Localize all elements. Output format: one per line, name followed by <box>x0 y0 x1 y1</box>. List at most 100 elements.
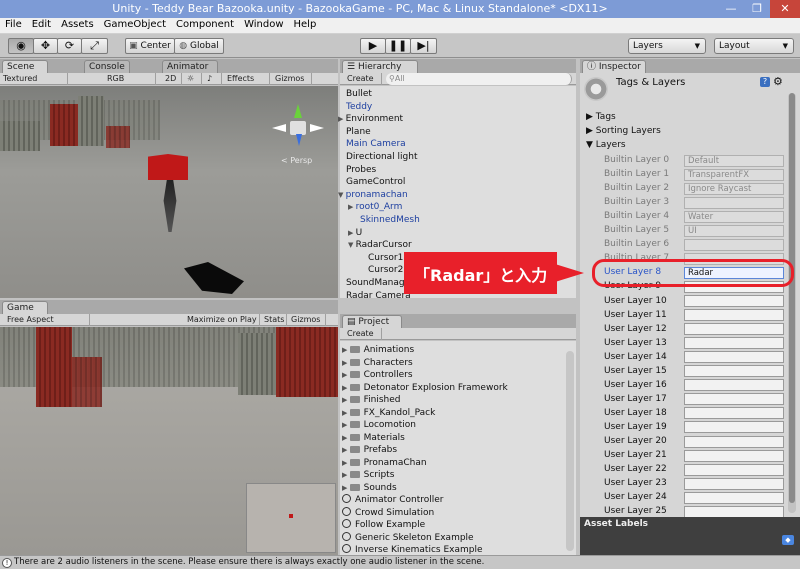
hierarchy-item[interactable]: GameControl <box>346 176 405 188</box>
tab-console[interactable]: Console <box>84 60 130 73</box>
hierarchy-item[interactable]: Plane <box>346 126 371 138</box>
layer-name-field[interactable] <box>684 379 784 392</box>
step-button[interactable]: ▶| <box>410 38 437 54</box>
hierarchy-item[interactable]: Bullet <box>346 88 372 100</box>
maximize-on-play-toggle[interactable]: Maximize on Play <box>184 314 260 326</box>
game-gizmos-dropdown[interactable]: Gizmos <box>288 314 326 326</box>
project-asset[interactable]: Animator Controller <box>342 494 444 506</box>
layer-name-field[interactable] <box>684 407 784 420</box>
layer-name-field[interactable] <box>684 435 784 448</box>
project-folder[interactable]: ▶ Finished <box>342 394 400 406</box>
chevron-right-icon[interactable]: ▶ <box>342 384 350 392</box>
menu-edit[interactable]: Edit <box>27 18 56 30</box>
project-folder[interactable]: ▶ Sounds <box>342 482 397 494</box>
project-folder[interactable]: ▶ Scripts <box>342 469 394 481</box>
inspector-scrollbar-thumb[interactable] <box>789 93 795 503</box>
menu-file[interactable]: File <box>0 18 27 30</box>
hierarchy-item[interactable]: ▼ RadarCursor <box>348 239 412 251</box>
hierarchy-item[interactable]: Main Camera <box>346 138 406 150</box>
project-asset[interactable]: Crowd Simulation <box>342 506 434 519</box>
project-asset[interactable]: Generic Skeleton Example <box>342 531 474 544</box>
audio-toggle-icon[interactable]: ♪ <box>204 73 222 85</box>
hierarchy-item[interactable]: Cursor2 <box>368 264 403 276</box>
shading-mode-dropdown[interactable]: Textured <box>0 73 68 85</box>
chevron-right-icon[interactable]: ▶ <box>342 421 350 429</box>
menu-component[interactable]: Component <box>171 18 239 30</box>
chevron-right-icon[interactable]: ▶ <box>342 484 350 492</box>
inspector-scrollbar-track[interactable] <box>788 93 796 513</box>
project-folder[interactable]: ▶ Characters <box>342 357 413 369</box>
hierarchy-item[interactable]: ▶ Environment <box>338 113 403 125</box>
view-tool-button[interactable]: ◉ <box>8 38 34 54</box>
project-folder[interactable]: ▶ Prefabs <box>342 444 397 456</box>
layer-name-field[interactable] <box>684 505 784 518</box>
layer-name-field[interactable] <box>684 421 784 434</box>
layer-name-field[interactable] <box>684 449 784 462</box>
tab-inspector[interactable]: ⓘ Inspector <box>582 60 646 73</box>
hierarchy-item[interactable]: Radar Camera <box>346 290 411 302</box>
hierarchy-item[interactable]: SoundManager <box>346 277 414 289</box>
project-folder[interactable]: ▶ FX_Kandol_Pack <box>342 407 435 419</box>
render-color-dropdown[interactable]: RGB <box>104 73 156 85</box>
chevron-right-icon[interactable]: ▶ <box>342 471 350 479</box>
chevron-right-icon[interactable]: ▶ <box>342 346 350 354</box>
2d-toggle[interactable]: 2D <box>162 73 182 85</box>
chevron-right-icon[interactable]: ▶ <box>342 371 350 379</box>
layers-dropdown[interactable]: Layers ▼ <box>628 38 706 54</box>
layers-section-toggle[interactable]: ▼ Layers <box>586 140 626 150</box>
project-scrollbar[interactable] <box>566 351 574 551</box>
space-global-button[interactable]: ◍ Global <box>174 38 224 54</box>
hierarchy-item[interactable]: Teddy <box>346 101 372 113</box>
menu-help[interactable]: Help <box>289 18 322 30</box>
minimize-button[interactable]: — <box>718 0 744 18</box>
menu-window[interactable]: Window <box>239 18 288 30</box>
hierarchy-item[interactable]: Directional light <box>346 151 417 163</box>
scene-view[interactable]: < Persp <box>0 86 338 298</box>
layer-name-field[interactable] <box>684 295 784 307</box>
project-asset[interactable]: Follow Example <box>342 519 425 531</box>
hierarchy-item[interactable]: Probes <box>346 164 376 176</box>
tab-project[interactable]: ▤ Project <box>342 315 402 328</box>
layer-name-field[interactable] <box>684 309 784 322</box>
hierarchy-item[interactable]: ▼ pronamachan <box>338 189 408 201</box>
chevron-right-icon[interactable]: ▶ <box>338 115 346 123</box>
layer-name-field[interactable] <box>684 393 784 406</box>
hierarchy-search-input[interactable]: ⚲All <box>386 73 572 85</box>
game-view[interactable] <box>0 327 338 555</box>
chevron-right-icon[interactable]: ▶ <box>342 446 350 454</box>
scene-gizmo[interactable] <box>272 104 324 156</box>
tags-section-toggle[interactable]: ▶ Tags <box>586 112 616 122</box>
project-folder[interactable]: ▶ Animations <box>342 344 414 356</box>
chevron-down-icon[interactable]: ▼ <box>338 191 346 199</box>
chevron-right-icon[interactable]: ▶ <box>342 396 350 404</box>
project-folder[interactable]: ▶ Detonator Explosion Framework <box>342 382 508 394</box>
menu-assets[interactable]: Assets <box>56 18 99 30</box>
hierarchy-create-dropdown[interactable]: Create <box>344 73 382 85</box>
hierarchy-item[interactable]: SkinnedMesh <box>360 214 420 226</box>
aspect-dropdown[interactable]: Free Aspect <box>4 314 90 326</box>
close-button[interactable]: ✕ <box>770 0 800 18</box>
hierarchy-item[interactable]: ▶ root0_Arm <box>348 201 402 213</box>
layer-name-field[interactable] <box>684 323 784 336</box>
menu-gameobject[interactable]: GameObject <box>99 18 171 30</box>
project-folder[interactable]: ▶ PronamaChan <box>342 457 427 469</box>
project-folder[interactable]: ▶ Locomotion <box>342 419 416 431</box>
stats-toggle[interactable]: Stats <box>261 314 287 326</box>
layer-name-field[interactable] <box>684 337 784 350</box>
project-folder[interactable]: ▶ Controllers <box>342 369 413 381</box>
play-button[interactable]: ▶ <box>360 38 386 54</box>
tab-animator[interactable]: Animator <box>162 60 218 73</box>
chevron-right-icon[interactable]: ▶ <box>342 434 350 442</box>
gizmos-dropdown[interactable]: Gizmos <box>272 73 312 85</box>
chevron-right-icon[interactable]: ▶ <box>342 409 350 417</box>
rotate-tool-button[interactable]: ⟳ <box>57 38 82 54</box>
chevron-right-icon[interactable]: ▶ <box>342 459 350 467</box>
hierarchy-item[interactable]: Cursor1 <box>368 252 403 264</box>
maximize-button[interactable]: ❐ <box>744 0 770 18</box>
pause-button[interactable]: ❚❚ <box>385 38 411 54</box>
pivot-center-button[interactable]: ▣ Center <box>125 38 175 54</box>
effects-dropdown[interactable]: Effects <box>224 73 270 85</box>
layer-name-field[interactable] <box>684 463 784 476</box>
layout-dropdown[interactable]: Layout ▼ <box>714 38 794 54</box>
tab-scene[interactable]: Scene <box>2 60 48 73</box>
